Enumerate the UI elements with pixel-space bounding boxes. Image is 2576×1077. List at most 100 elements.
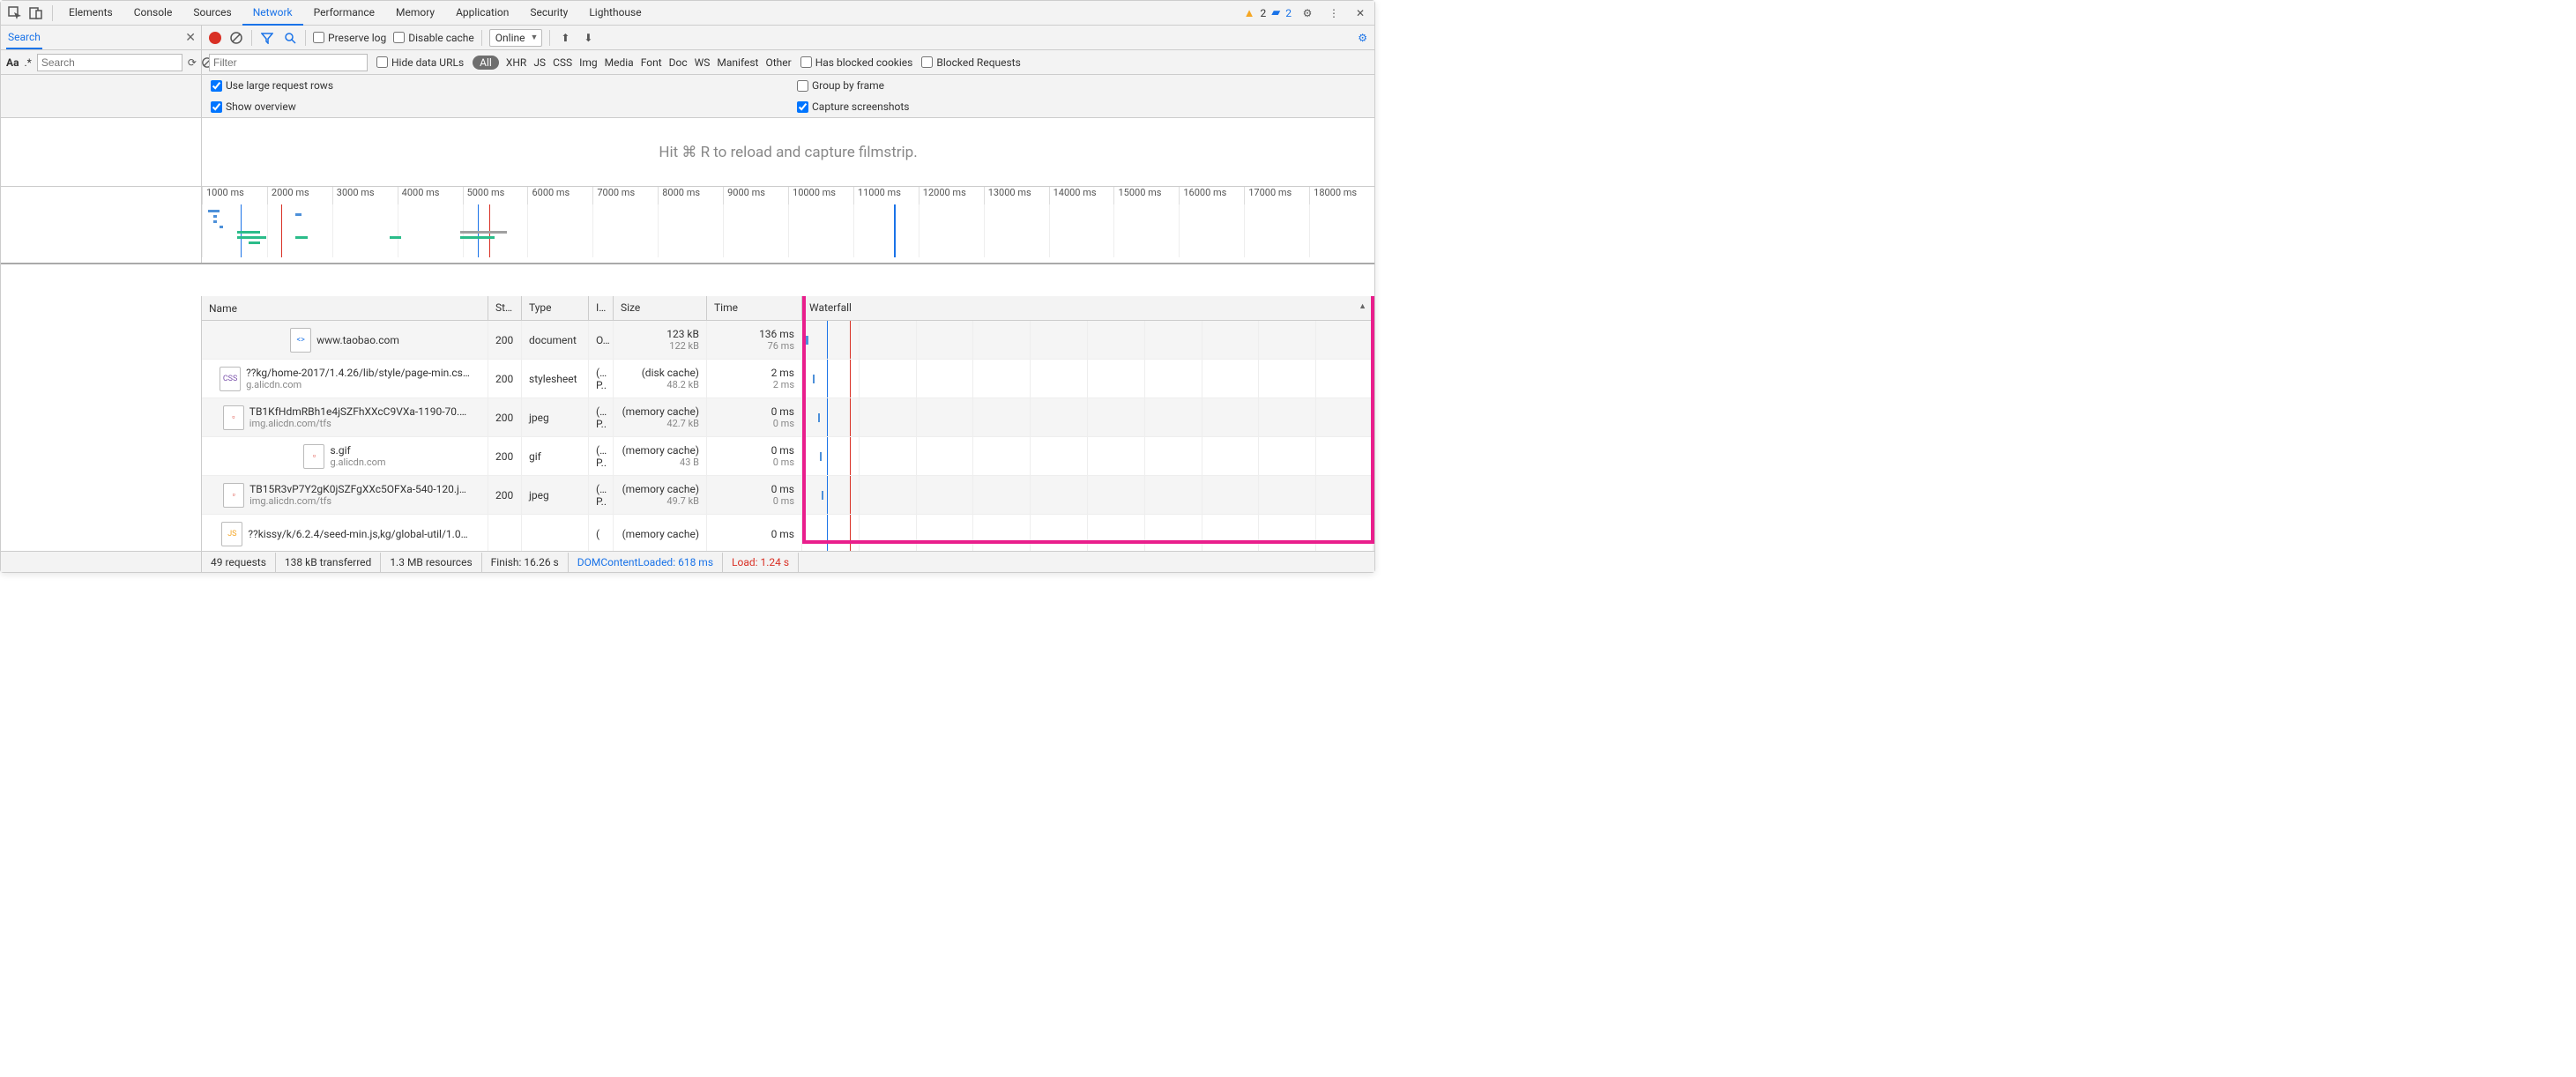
clear-icon[interactable] <box>228 30 244 46</box>
hide-data-urls-checkbox[interactable]: Hide data URLs <box>376 56 464 69</box>
blocked-cookies-checkbox[interactable]: Has blocked cookies <box>800 56 913 69</box>
filter-ws[interactable]: WS <box>695 56 711 69</box>
cell-waterfall <box>802 476 1374 514</box>
download-icon[interactable]: ⬇ <box>580 30 596 46</box>
tab-network[interactable]: Network <box>242 1 303 26</box>
file-icon: ▫ <box>223 405 244 430</box>
filter-js[interactable]: JS <box>533 56 546 69</box>
request-name: TB15R3vP7Y2gK0jSZFgXXc5OFXa-540-120.j… <box>249 483 466 495</box>
request-domain: img.alicdn.com/tfs <box>249 495 466 507</box>
dcl-line <box>827 476 828 514</box>
cell-type: document <box>522 321 589 359</box>
filter-all[interactable]: All <box>473 56 499 70</box>
regex-toggle[interactable]: .* <box>24 56 31 69</box>
disable-cache-checkbox[interactable]: Disable cache <box>393 32 474 44</box>
device-toggle-icon[interactable] <box>26 3 47 24</box>
timeline-chart <box>202 204 1374 257</box>
filter-font[interactable]: Font <box>641 56 662 69</box>
table-row[interactable]: ▫ TB15R3vP7Y2gK0jSZFgXXc5OFXa-540-120.j…… <box>202 476 1374 515</box>
table-row[interactable]: ▫ TB1KfHdmRBh1e4jSZFhXXcC9VXa-1190-70.…i… <box>202 398 1374 437</box>
col-time[interactable]: Time <box>707 296 802 320</box>
record-button[interactable] <box>209 32 221 44</box>
match-case-toggle[interactable]: Aa <box>6 56 19 69</box>
col-size[interactable]: Size <box>614 296 707 320</box>
tab-elements[interactable]: Elements <box>58 1 123 26</box>
cell-waterfall <box>802 398 1374 436</box>
search-input[interactable] <box>37 54 182 71</box>
timeline-labels: 1000 ms2000 ms3000 ms4000 ms5000 ms6000 … <box>202 187 1374 204</box>
inspect-icon[interactable] <box>4 3 26 24</box>
timeline-body[interactable]: 1000 ms2000 ms3000 ms4000 ms5000 ms6000 … <box>202 187 1374 263</box>
upload-icon[interactable]: ⬆ <box>557 30 573 46</box>
cell-waterfall <box>802 437 1374 475</box>
show-overview-label: Show overview <box>226 100 296 113</box>
messages-icon[interactable]: ▰ <box>1271 6 1280 19</box>
col-status[interactable]: St… <box>488 296 522 320</box>
cell-time: 0 ms <box>707 515 802 551</box>
request-name: ??kg/home-2017/1.4.26/lib/style/page-min… <box>246 367 470 379</box>
more-icon[interactable]: ⋮ <box>1323 3 1344 24</box>
dcl-line <box>827 321 828 359</box>
cell-time: 136 ms76 ms <box>707 321 802 359</box>
cursor-marker[interactable] <box>894 204 896 257</box>
cell-initiator: ( <box>589 515 614 551</box>
table-row[interactable]: JS ??kissy/k/6.2.4/seed-min.js,kg/global… <box>202 515 1374 551</box>
tab-memory[interactable]: Memory <box>385 1 445 26</box>
tab-performance[interactable]: Performance <box>303 1 385 26</box>
close-icon[interactable]: ✕ <box>1350 3 1371 24</box>
filter-css[interactable]: CSS <box>553 56 572 69</box>
search-controls: Aa .* ⟳ <box>1 50 202 74</box>
tab-lighthouse[interactable]: Lighthouse <box>578 1 651 26</box>
filter-img[interactable]: Img <box>579 56 598 69</box>
refresh-icon[interactable]: ⟳ <box>188 55 197 71</box>
tab-console[interactable]: Console <box>123 1 183 26</box>
table-row[interactable]: <> www.taobao.com 200 document O… 123 kB… <box>202 321 1374 360</box>
settings-icon[interactable]: ⚙ <box>1297 3 1318 24</box>
throttling-select[interactable]: Online▼ <box>489 29 543 47</box>
search-icon[interactable] <box>282 30 298 46</box>
search-tab-label[interactable]: Search <box>6 26 42 49</box>
filter-xhr[interactable]: XHR <box>506 56 526 69</box>
timeline-overview[interactable]: 1000 ms2000 ms3000 ms4000 ms5000 ms6000 … <box>1 187 1374 264</box>
cell-initiator: (…P.. <box>589 476 614 514</box>
col-initiator[interactable]: I… <box>589 296 614 320</box>
col-type[interactable]: Type <box>522 296 589 320</box>
cell-status: 200 <box>488 398 522 436</box>
table-row[interactable]: CSS ??kg/home-2017/1.4.26/lib/style/page… <box>202 360 1374 398</box>
filter-manifest[interactable]: Manifest <box>717 56 758 69</box>
messages-count: 2 <box>1285 7 1292 19</box>
search-close-icon[interactable]: ✕ <box>185 31 196 45</box>
filter-other[interactable]: Other <box>765 56 791 69</box>
blocked-requests-checkbox[interactable]: Blocked Requests <box>921 56 1020 69</box>
cell-name: JS ??kissy/k/6.2.4/seed-min.js,kg/global… <box>202 515 488 551</box>
col-waterfall[interactable]: Waterfall▲ <box>802 296 1374 320</box>
cell-status <box>488 515 522 551</box>
cell-waterfall <box>802 321 1374 359</box>
capture-screenshots-checkbox[interactable]: Capture screenshots <box>788 96 1374 117</box>
table-row[interactable]: ▫ s.gifg.alicdn.com 200 gif (…P.. (memor… <box>202 437 1374 476</box>
col-name[interactable]: Name <box>202 296 488 320</box>
filter-doc[interactable]: Doc <box>669 56 688 69</box>
warning-icon[interactable]: ▲ <box>1244 6 1255 20</box>
filter-type-pills: All XHR JS CSS Img Media Font Doc WS Man… <box>473 56 792 70</box>
request-area: Name St… Type I… Size Time Waterfall▲ <>… <box>1 296 1374 551</box>
large-rows-checkbox[interactable]: Use large request rows <box>202 75 788 96</box>
waterfall-bar <box>822 491 823 500</box>
tab-application[interactable]: Application <box>445 1 519 26</box>
tab-sources[interactable]: Sources <box>182 1 242 26</box>
network-settings-icon[interactable]: ⚙ <box>1358 32 1367 44</box>
show-overview-checkbox[interactable]: Show overview <box>202 96 788 117</box>
filter-icon[interactable] <box>259 30 275 46</box>
cell-type: gif <box>522 437 589 475</box>
timeline-bar <box>213 215 217 218</box>
filter-input[interactable] <box>209 54 368 71</box>
filter-row: Aa .* ⟳ Hide data URLs All XHR JS CSS Im… <box>1 50 1374 75</box>
group-frame-checkbox[interactable]: Group by frame <box>788 75 1374 96</box>
table-header: Name St… Type I… Size Time Waterfall▲ <box>202 296 1374 321</box>
filter-media[interactable]: Media <box>605 56 634 69</box>
preserve-log-checkbox[interactable]: Preserve log <box>313 32 386 44</box>
request-name: TB1KfHdmRBh1e4jSZFhXXcC9VXa-1190-70.… <box>249 405 466 418</box>
tab-security[interactable]: Security <box>519 1 578 26</box>
load-line <box>850 437 851 475</box>
cell-size: (memory cache)49.7 kB <box>614 476 707 514</box>
